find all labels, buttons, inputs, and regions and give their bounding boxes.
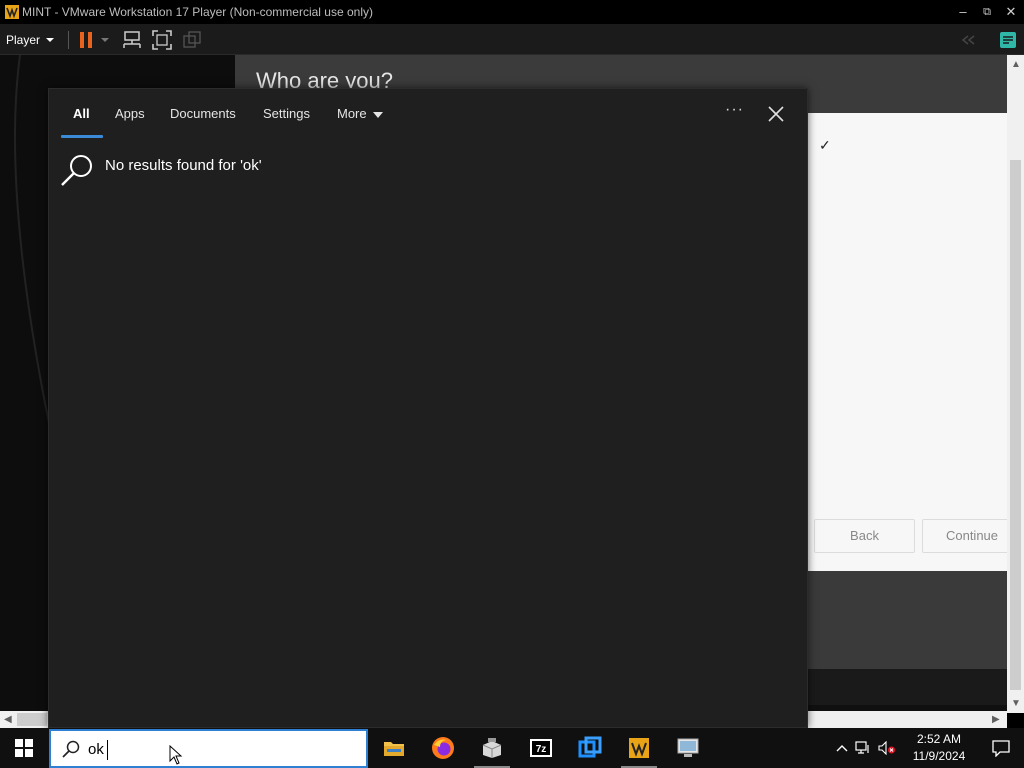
back-button[interactable]: Back xyxy=(814,519,915,553)
pause-button[interactable] xyxy=(74,28,98,52)
network-computer-icon xyxy=(123,31,141,48)
firefox-button[interactable] xyxy=(419,728,467,768)
clock-time: 2:52 AM xyxy=(916,732,962,746)
control-panel-button[interactable] xyxy=(664,728,712,768)
scroll-up-arrow-icon[interactable]: ▲ xyxy=(1011,59,1021,70)
chevron-down-icon xyxy=(101,38,109,42)
window-title: MINT - VMware Workstation 17 Player (Non… xyxy=(22,5,373,19)
start-button[interactable] xyxy=(0,728,48,768)
virtualbox-icon xyxy=(578,736,602,758)
chevron-down-icon xyxy=(46,38,55,42)
scroll-right-arrow-icon[interactable]: ▶ xyxy=(992,714,1000,725)
vmware-button[interactable] xyxy=(615,728,663,768)
tab-settings[interactable]: Settings xyxy=(263,106,310,121)
caret-down-icon xyxy=(372,111,383,118)
minimize-button[interactable]: – xyxy=(952,2,974,22)
7zip-button[interactable]: 7z xyxy=(517,728,565,768)
notification-icon xyxy=(992,740,1010,757)
horizontal-scroll-thumb[interactable] xyxy=(17,713,47,726)
notes-icon xyxy=(1000,32,1016,48)
action-center-button[interactable] xyxy=(978,728,1024,768)
player-menu-label: Player xyxy=(6,33,41,47)
scroll-down-arrow-icon[interactable]: ▼ xyxy=(1011,698,1021,709)
windows-search-panel: All Apps Documents Settings More ··· No … xyxy=(48,88,808,728)
window-title-bar: MINT - VMware Workstation 17 Player (Non… xyxy=(0,0,1024,24)
close-panel-button[interactable] xyxy=(765,103,787,125)
vertical-scrollbar[interactable]: ▲ ▼ xyxy=(1007,55,1024,713)
clock-date: 11/9/2024 xyxy=(912,749,966,763)
installer-box-icon xyxy=(482,738,502,758)
search-input-value: ok xyxy=(88,741,104,758)
text-caret xyxy=(107,740,108,760)
search-icon xyxy=(61,155,92,186)
system-tray xyxy=(836,728,896,768)
scroll-left-arrow-icon[interactable]: ◀ xyxy=(4,714,12,725)
tab-documents[interactable]: Documents xyxy=(170,106,236,121)
chevron-up-icon[interactable] xyxy=(836,744,848,752)
close-window-button[interactable]: ✕ xyxy=(1000,2,1022,22)
installer-app-button[interactable] xyxy=(468,728,516,768)
restore-button[interactable]: ⧉ xyxy=(976,2,998,22)
more-options-button[interactable]: ··· xyxy=(725,101,744,119)
taskbar: ok 7z 2:52 AM 11/9/2024 xyxy=(0,728,1024,768)
svg-text:7z: 7z xyxy=(536,744,547,755)
tab-more[interactable]: More xyxy=(337,106,383,121)
player-menu-button[interactable]: Player xyxy=(6,30,55,50)
network-icon[interactable] xyxy=(855,741,871,755)
mouse-pointer-icon xyxy=(169,745,183,765)
fullscreen-button[interactable] xyxy=(150,28,174,52)
windows-logo-icon xyxy=(15,739,33,757)
search-icon xyxy=(62,740,80,758)
volume-muted-icon[interactable] xyxy=(878,741,896,755)
vmware-toolbar: Player xyxy=(0,24,1024,55)
tab-more-label: More xyxy=(337,106,367,121)
virtualbox-button[interactable] xyxy=(566,728,614,768)
unity-icon xyxy=(183,31,201,48)
unity-button[interactable] xyxy=(180,28,204,52)
pause-dropdown-button[interactable] xyxy=(96,28,114,52)
tab-all[interactable]: All xyxy=(73,106,90,121)
pause-icon xyxy=(80,32,92,48)
vertical-scroll-thumb[interactable] xyxy=(1010,160,1021,690)
7zip-icon: 7z xyxy=(530,739,552,757)
vmware-logo-icon xyxy=(5,5,19,19)
taskbar-clock[interactable]: 2:52 AM 11/9/2024 xyxy=(904,731,974,765)
no-results-message: No results found for 'ok' xyxy=(105,157,262,174)
fullscreen-icon xyxy=(152,30,172,50)
library-notes-button[interactable] xyxy=(996,28,1020,52)
send-ctrl-alt-del-button[interactable] xyxy=(120,28,144,52)
folder-icon xyxy=(384,742,404,756)
control-panel-icon xyxy=(677,738,699,757)
file-explorer-button[interactable] xyxy=(370,728,418,768)
back-arrows-icon xyxy=(956,28,980,52)
checkmark-icon: ✓ xyxy=(819,137,831,153)
firefox-icon xyxy=(432,737,454,759)
active-tab-indicator xyxy=(61,135,103,138)
taskbar-search-box[interactable]: ok xyxy=(49,729,368,768)
vmware-icon xyxy=(629,738,649,758)
tab-apps[interactable]: Apps xyxy=(115,106,145,121)
toolbar-divider xyxy=(68,31,69,49)
